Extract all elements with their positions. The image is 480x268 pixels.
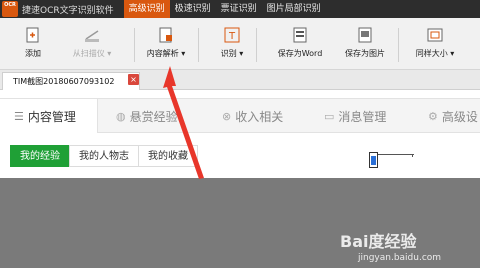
scan-button[interactable]: 从扫描仪 ▾ xyxy=(60,18,124,70)
app-title: 捷速OCR文字识别软件 xyxy=(22,5,114,16)
toolbar-separator xyxy=(256,28,257,62)
sub-tabs: 我的经验 我的人物志 我的收藏 xyxy=(10,145,198,167)
scan-label: 从扫描仪 ▾ xyxy=(72,49,112,58)
scanner-icon xyxy=(83,26,101,44)
nav-item-label: 悬赏经验 xyxy=(129,109,178,124)
reward-icon: ◍ xyxy=(116,109,126,123)
widget-line-end xyxy=(412,154,413,157)
image-icon xyxy=(356,26,374,44)
nav-item-label: 收入相关 xyxy=(235,109,284,124)
nav-item-content-management[interactable]: ☰ 内容管理 xyxy=(0,99,98,133)
add-label: 添加 xyxy=(25,49,41,58)
widget-line xyxy=(377,154,414,155)
save-as-image-label: 保存为图片 xyxy=(345,49,385,58)
word-icon xyxy=(291,26,309,44)
same-size-button[interactable]: 同样大小 ▾ xyxy=(410,18,460,70)
tab-my-experience[interactable]: 我的经验 xyxy=(10,145,70,167)
content-parse-label: 内容解析 ▾ xyxy=(146,49,186,58)
web-nav-bar: ☰ 内容管理 ◍ 悬赏经验 ⊗ 收入相关 ▭ 消息管理 ⚙ 高级设 xyxy=(0,98,480,133)
small-widget xyxy=(369,152,414,169)
message-icon: ▭ xyxy=(324,109,335,123)
watermark-logo: Bai度经验 xyxy=(340,232,417,251)
nav-item-label: 内容管理 xyxy=(27,109,76,124)
document-parse-icon xyxy=(157,26,175,44)
same-size-label: 同样大小 ▾ xyxy=(415,49,455,58)
document-preview: ☰ 内容管理 ◍ 悬赏经验 ⊗ 收入相关 ▭ 消息管理 ⚙ 高级设 我的经验 我… xyxy=(0,90,480,178)
watermark-url: jingyan.baidu.com xyxy=(358,253,442,263)
document-tab-bar: TIM截图20180607093102 xyxy=(0,70,480,90)
toolbar-separator xyxy=(134,28,135,62)
nav-item-reward-experience[interactable]: ◍ 悬赏经验 xyxy=(116,99,178,133)
add-file-icon xyxy=(24,26,42,44)
widget-box xyxy=(369,152,378,168)
toolbar: 添加 从扫描仪 ▾ 内容解析 ▾ T 识别 ▾ 保存为Word 保存为图片 同样… xyxy=(0,18,480,70)
save-as-word-label: 保存为Word xyxy=(277,49,323,58)
nav-item-label: 消息管理 xyxy=(338,109,387,124)
tab-my-profile[interactable]: 我的人物志 xyxy=(69,145,139,167)
save-as-word-button[interactable]: 保存为Word xyxy=(272,18,328,70)
widget-inner xyxy=(371,156,376,165)
nav-item-advanced-settings[interactable]: ⚙ 高级设 xyxy=(428,99,478,133)
nav-item-message-management[interactable]: ▭ 消息管理 xyxy=(324,99,386,133)
save-as-image-button[interactable]: 保存为图片 xyxy=(340,18,390,70)
nav-item-label: 高级设 xyxy=(441,109,478,124)
recognize-label: 识别 ▾ xyxy=(220,49,244,58)
tab-my-favorites[interactable]: 我的收藏 xyxy=(138,145,198,167)
toolbar-separator xyxy=(198,28,199,62)
svg-text:T: T xyxy=(228,31,236,42)
tab-certificate-recognition[interactable]: 票证识别 xyxy=(216,0,262,18)
watermark: Bai度经验 jingyan.baidu.com xyxy=(340,228,441,263)
recognize-button[interactable]: T 识别 ▾ xyxy=(216,18,248,70)
title-bar: OCR 捷速OCR文字识别软件 高级识别 极速识别 票证识别 图片局部识别 xyxy=(0,0,480,18)
tab-partial-image-recognition[interactable]: 图片局部识别 xyxy=(262,0,326,18)
toolbar-separator xyxy=(398,28,399,62)
gear-icon: ⚙ xyxy=(428,109,438,123)
nav-item-income[interactable]: ⊗ 收入相关 xyxy=(222,99,283,133)
add-button[interactable]: 添加 xyxy=(18,18,48,70)
close-icon[interactable]: × xyxy=(128,74,139,85)
tab-advanced-recognition[interactable]: 高级识别 xyxy=(123,0,170,18)
content-parse-button[interactable]: 内容解析 ▾ xyxy=(140,18,192,70)
yen-icon: ⊗ xyxy=(222,109,232,123)
document-tab[interactable]: TIM截图20180607093102 xyxy=(2,72,140,90)
text-recognize-icon: T xyxy=(223,26,241,44)
app-logo: OCR xyxy=(2,1,18,17)
same-size-icon xyxy=(426,26,444,44)
list-icon: ☰ xyxy=(14,109,24,123)
tab-fast-recognition[interactable]: 极速识别 xyxy=(170,0,216,18)
